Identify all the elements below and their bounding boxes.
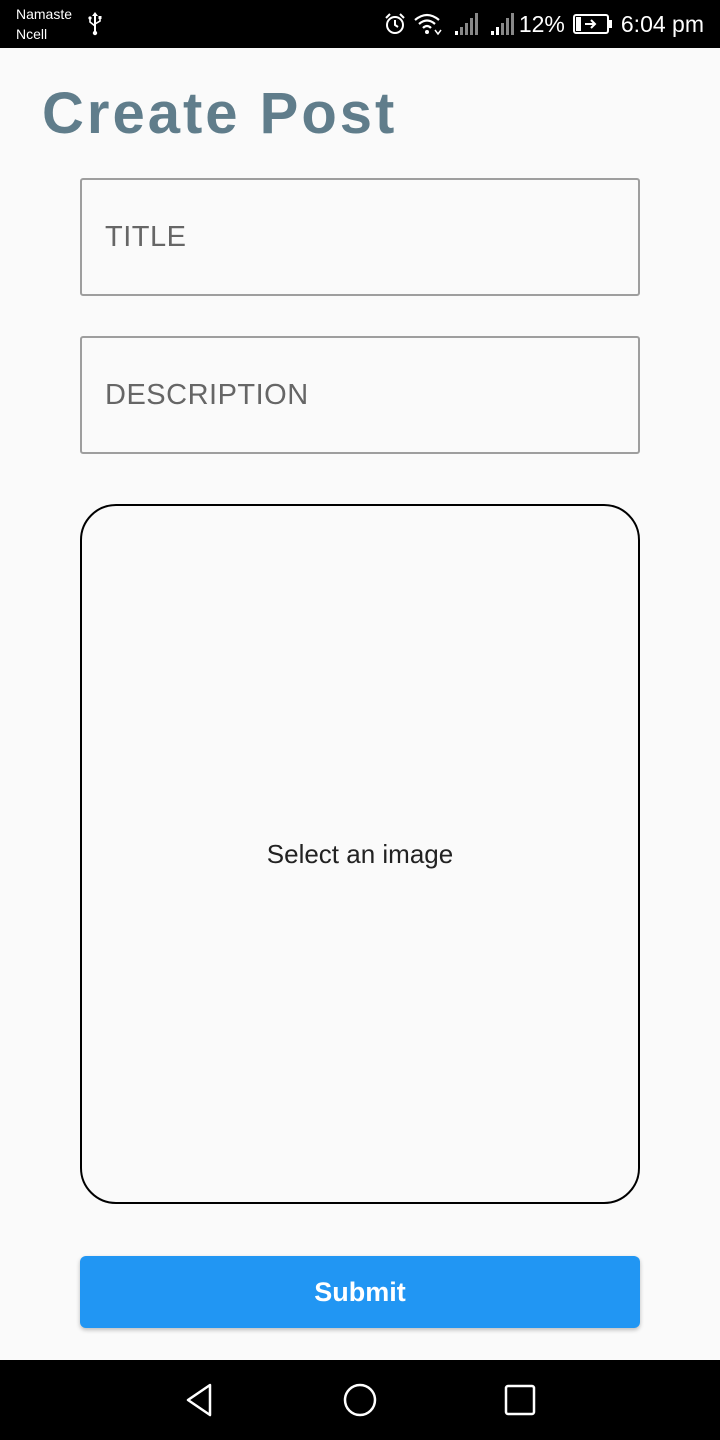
- title-input[interactable]: [82, 180, 638, 294]
- carrier-line-1: Namaste: [16, 6, 73, 22]
- submit-button[interactable]: Submit: [80, 1256, 640, 1328]
- back-icon[interactable]: [180, 1380, 220, 1420]
- alarm-icon: [385, 13, 405, 34]
- image-picker-label: Select an image: [266, 838, 454, 869]
- status-icons: 12% 6:04 pm: [383, 0, 704, 48]
- wifi-icon: [414, 13, 442, 36]
- description-input[interactable]: [82, 338, 638, 452]
- recents-icon[interactable]: [500, 1380, 540, 1420]
- image-picker[interactable]: Select an image: [80, 504, 640, 1204]
- battery-percentage: 12%: [518, 10, 565, 37]
- description-field[interactable]: [80, 336, 640, 454]
- usb-icon: [86, 12, 104, 36]
- status-bar: Namaste Ncell 12% 6:04 pm: [0, 0, 720, 48]
- carrier-line-2: Ncell: [16, 26, 48, 42]
- title-field[interactable]: [80, 178, 640, 296]
- signal-icon: [454, 13, 478, 35]
- clock: 6:04 pm: [620, 10, 704, 37]
- home-icon[interactable]: [340, 1380, 380, 1420]
- battery-charging-icon: [572, 14, 612, 34]
- carrier-name: Namaste Ncell: [16, 4, 72, 44]
- page-title: Create Post: [42, 81, 398, 146]
- navigation-bar: [0, 1360, 720, 1440]
- signal-icon: [490, 13, 514, 35]
